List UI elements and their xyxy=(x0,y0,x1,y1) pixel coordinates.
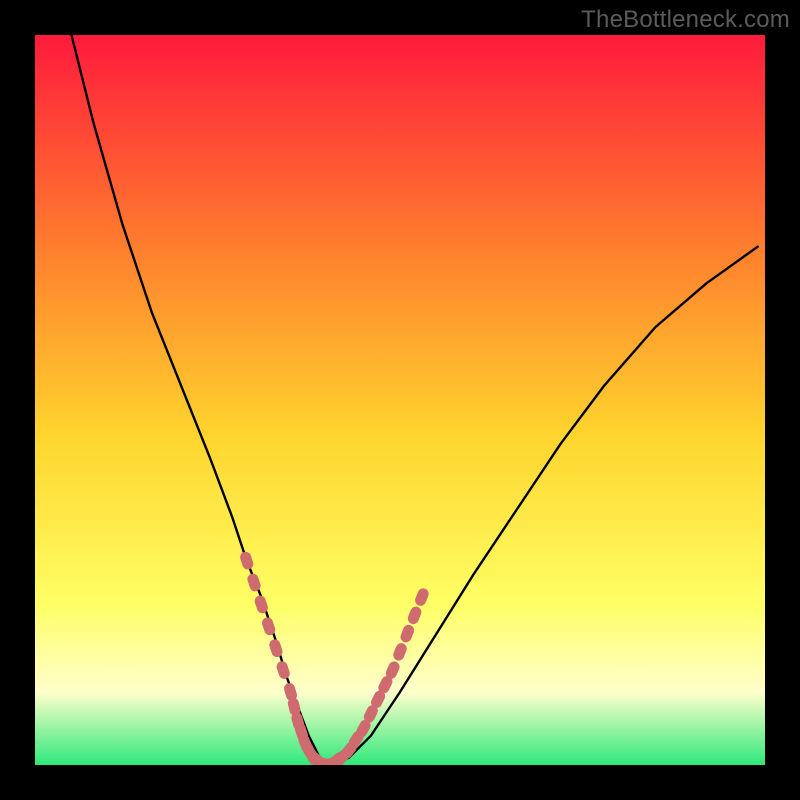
chart-frame: TheBottleneck.com xyxy=(0,0,800,800)
watermark-text: TheBottleneck.com xyxy=(581,6,790,34)
chart-svg xyxy=(35,35,765,765)
plot-area xyxy=(35,35,765,765)
